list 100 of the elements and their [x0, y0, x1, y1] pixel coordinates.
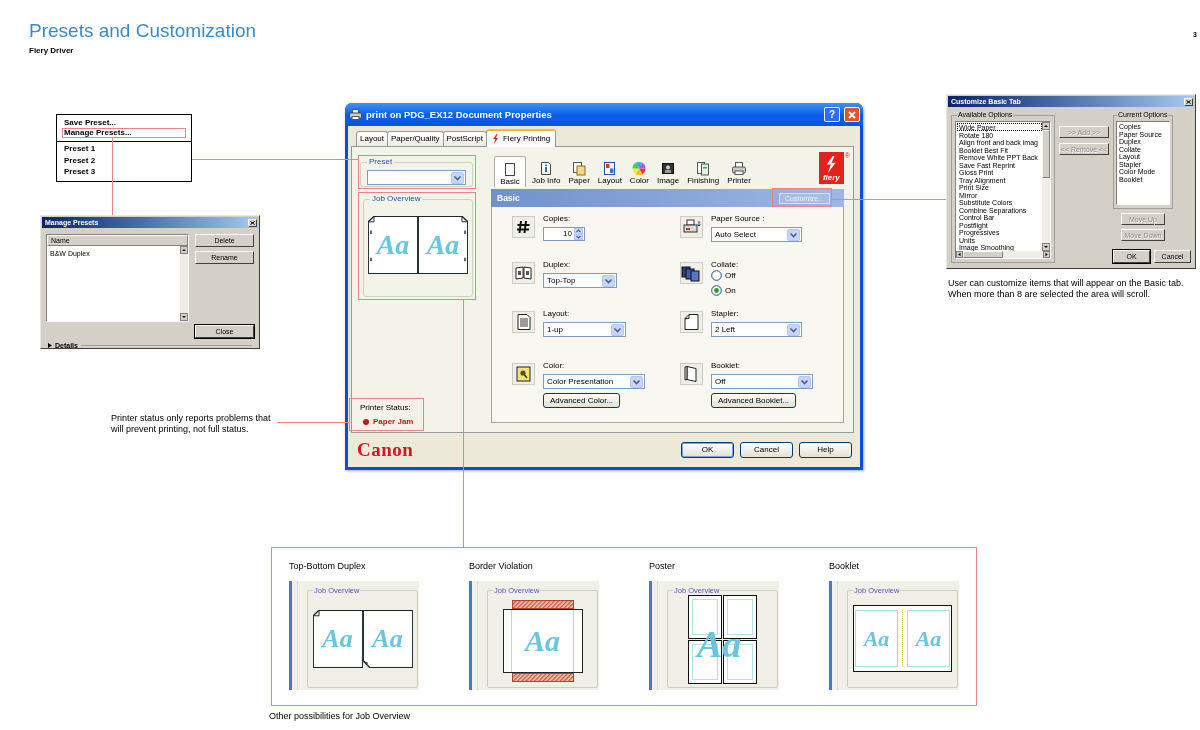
stacked-pages-icon: [695, 161, 712, 176]
help-button[interactable]: ?: [824, 107, 840, 122]
close-icon: [1186, 99, 1191, 104]
category-button[interactable]: Basic: [494, 156, 526, 187]
dropdown[interactable]: 2 Left: [711, 322, 802, 337]
chevron-down-icon: [787, 323, 800, 336]
page-title: Presets and Customization: [29, 19, 257, 43]
open-book-icon: [512, 262, 535, 284]
lightning-icon: [825, 156, 838, 173]
variant-title: Top-Bottom Duplex: [289, 561, 366, 572]
menu-item[interactable]: Preset 1: [64, 143, 184, 155]
category-button[interactable]: Color: [627, 156, 651, 187]
printer-icon: [731, 161, 747, 176]
logo-wordmark: fiery: [822, 173, 840, 182]
chevron-down-icon: [787, 228, 800, 241]
close-button[interactable]: [1184, 97, 1193, 106]
setting-label: Layout:: [543, 309, 570, 319]
annotation-text: Other possibilities for Job Overview: [269, 711, 411, 722]
dialog-button[interactable]: OK: [681, 442, 734, 458]
dropdown[interactable]: Off: [711, 374, 813, 389]
blank-page-icon: [502, 162, 518, 177]
variant-title: Border Violation: [469, 561, 533, 572]
category-button[interactable]: Finishing: [685, 156, 722, 187]
annotation-text: User can customize items that will appear on the Basic tab. When more than 8 are selected the area will scroll.: [948, 278, 1185, 300]
menu-item[interactable]: Manage Presets...: [64, 128, 184, 138]
close-icon: [848, 110, 856, 119]
setting-label: Stapler:: [711, 309, 739, 319]
magnifier-icon: [512, 363, 535, 385]
booklet-icon: [680, 363, 703, 385]
lightning-icon: [491, 134, 499, 144]
expand-triangle-icon: [48, 343, 52, 348]
sample-text: Aa: [376, 231, 410, 259]
chevron-down-icon: [798, 375, 811, 388]
category-button[interactable]: Paper: [566, 156, 592, 187]
tab[interactable]: Fiery Printing: [485, 129, 557, 147]
hash-icon: [512, 216, 535, 238]
sample-text: Aa: [372, 626, 403, 652]
vertical-scrollbar[interactable]: [180, 246, 188, 321]
menu-item[interactable]: Preset 3: [64, 166, 184, 178]
number-spinner[interactable]: 10: [543, 227, 585, 241]
sample-text: Aa: [915, 627, 942, 650]
variant-title: Booklet: [829, 561, 860, 572]
chevron-down-icon: [630, 375, 643, 388]
scrollbar-thumb[interactable]: [963, 250, 1003, 258]
advanced-button[interactable]: Advanced Color...: [543, 393, 620, 408]
category-button[interactable]: Layout: [595, 156, 624, 187]
printer-status-label: Printer Status:: [360, 403, 411, 413]
scrollbar-thumb[interactable]: [1042, 130, 1050, 178]
printer-icon: [349, 109, 362, 120]
callout-outline: [772, 188, 832, 207]
dialog-button[interactable]: Cancel: [740, 442, 793, 458]
leader-line: [277, 422, 349, 423]
annotation-text: Printer status only reports problems that will prevent printing, not full status.: [111, 413, 272, 435]
photo-icon: [660, 161, 677, 176]
chevron-down-icon: [611, 323, 624, 336]
menu-item[interactable]: Preset 2: [64, 154, 184, 166]
tab[interactable]: Layout: [356, 131, 389, 146]
window-title: print on PDG_EX12 Document Properties: [366, 108, 553, 121]
dropdown[interactable]: Color Presentation: [543, 374, 645, 389]
paper-stack-icon: [571, 161, 588, 176]
setting-label: Booklet:: [711, 361, 740, 371]
printer-status-value: Paper Jam: [373, 417, 414, 427]
horizontal-scrollbar[interactable]: [956, 250, 1050, 258]
variant-title: Poster: [649, 561, 675, 572]
section-title: Basic: [497, 193, 520, 203]
menu-item[interactable]: Save Preset...: [64, 118, 184, 128]
category-button[interactable]: Image: [655, 156, 682, 187]
hatched-margin-bar: [511, 600, 574, 609]
setting-label: Duplex:: [543, 260, 571, 270]
dropdown[interactable]: Top-Top: [543, 273, 617, 288]
advanced-button[interactable]: Advanced Booklet...: [711, 393, 796, 408]
group-label: Preset: [367, 157, 395, 167]
dropdown[interactable]: 1-up: [543, 322, 626, 337]
tab[interactable]: Paper/Quality: [387, 131, 444, 146]
radio-option[interactable]: Off: [711, 270, 736, 281]
dropdown[interactable]: Auto Select: [711, 227, 802, 242]
setting-label: Copies:: [543, 214, 571, 224]
folded-corner-page-icon: [680, 311, 703, 333]
radio-option[interactable]: On: [711, 285, 736, 296]
spinner-arrows-icon: [574, 228, 583, 240]
close-button[interactable]: [248, 218, 257, 227]
tab[interactable]: PostScript: [442, 131, 487, 146]
dialog-button[interactable]: Help: [799, 442, 852, 458]
setting-label: Paper Source :: [711, 214, 765, 224]
group-label: Job Overview: [370, 194, 423, 204]
hatched-margin-bar: [511, 673, 574, 682]
category-button[interactable]: Job Info: [530, 156, 563, 187]
category-button[interactable]: Printer: [725, 156, 753, 187]
page-subtitle: Fiery Driver: [29, 46, 74, 56]
stacked-sheets-icon: [680, 262, 703, 284]
dropdown[interactable]: [367, 170, 466, 185]
color-wheel-icon: [631, 161, 648, 176]
chevron-down-icon: [602, 274, 615, 287]
chevron-down-icon: [451, 171, 464, 184]
setting-label: Color:: [543, 361, 565, 371]
page-layout-icon: [512, 311, 535, 333]
page-layout-icon: [601, 161, 618, 176]
setting-label: Collate:: [711, 260, 739, 270]
sample-text: Aa: [863, 627, 890, 650]
vertical-scrollbar[interactable]: [1042, 122, 1050, 251]
